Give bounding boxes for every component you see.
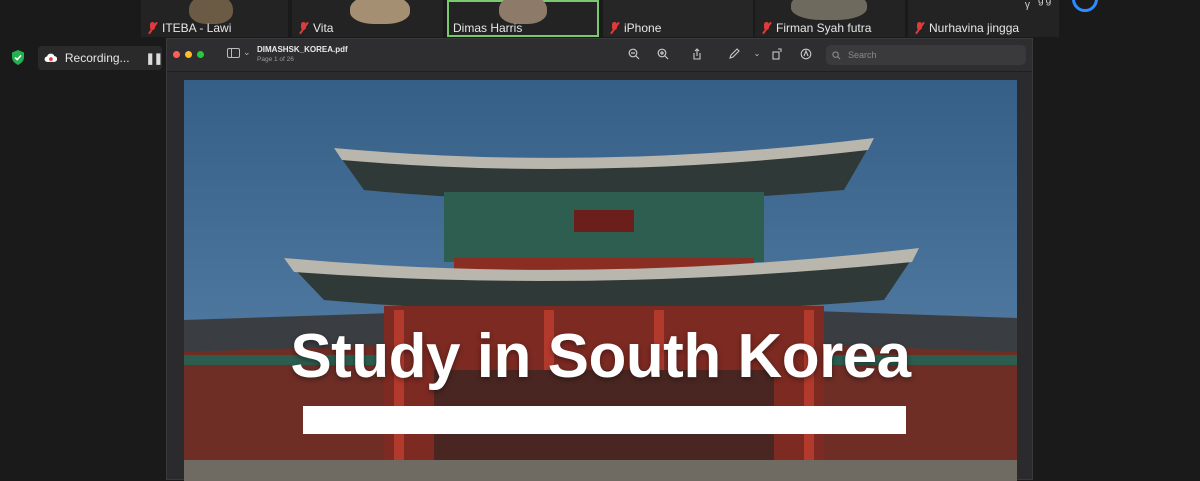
sidebar-toggle-icon[interactable] bbox=[227, 48, 240, 58]
pdf-viewer-window: ⌄ DIMASHSK_KOREA.pdf Page 1 of 26 ⌄ Sear… bbox=[166, 38, 1033, 481]
muted-mic-icon bbox=[298, 22, 309, 34]
cropped-text: ᵧ ᵍᵍ bbox=[1025, 0, 1054, 11]
participant-tile-1[interactable]: ITEBA - Lawi bbox=[141, 0, 288, 37]
cloud-record-icon bbox=[44, 53, 58, 62]
muted-mic-icon bbox=[609, 22, 620, 34]
pause-recording-button[interactable]: ❚❚ bbox=[146, 52, 163, 65]
markup-pen-icon[interactable] bbox=[728, 48, 740, 60]
viewer-toolbar: ⌄ DIMASHSK_KOREA.pdf Page 1 of 26 ⌄ bbox=[167, 39, 1032, 72]
muted-mic-icon bbox=[147, 22, 158, 34]
participant-tile-2[interactable]: Vita bbox=[292, 0, 443, 37]
page-indicator: Page 1 of 26 bbox=[257, 56, 294, 63]
participant-tile-3[interactable]: Dimas Harris bbox=[447, 0, 599, 37]
markup-chevron-icon[interactable]: ⌄ bbox=[751, 48, 763, 60]
recording-indicator[interactable]: Recording... ❚❚ bbox=[38, 46, 163, 70]
recording-label: Recording... bbox=[64, 51, 130, 65]
participant-tile-5[interactable]: Firman Syah futra bbox=[755, 0, 905, 37]
share-icon[interactable] bbox=[691, 48, 703, 60]
rotate-icon[interactable] bbox=[771, 48, 783, 60]
search-input[interactable] bbox=[846, 49, 1020, 61]
profile-button[interactable] bbox=[1072, 0, 1098, 12]
zoom-window-button[interactable] bbox=[197, 51, 204, 58]
search-icon bbox=[832, 50, 841, 59]
participant-video bbox=[350, 0, 410, 24]
participant-video bbox=[791, 0, 867, 20]
annotate-icon[interactable] bbox=[800, 48, 812, 60]
pdf-page: Study in South Korea bbox=[184, 80, 1017, 481]
participant-tile-4[interactable]: iPhone bbox=[603, 0, 753, 37]
muted-mic-icon bbox=[761, 22, 772, 34]
chevron-down-icon[interactable]: ⌄ bbox=[243, 47, 251, 58]
participant-name: Dimas Harris bbox=[453, 21, 523, 35]
minimize-window-button[interactable] bbox=[185, 51, 192, 58]
participant-name: Vita bbox=[313, 21, 334, 35]
close-window-button[interactable] bbox=[173, 51, 180, 58]
document-title: DIMASHSK_KOREA.pdf bbox=[257, 45, 348, 54]
page-headline: Study in South Korea bbox=[290, 322, 911, 391]
participant-strip: ITEBA - Lawi Vita Dimas Harris iPhone Fi… bbox=[141, 0, 1061, 37]
participant-name: Nurhavina jingga bbox=[929, 21, 1020, 35]
subtitle-bar bbox=[303, 406, 906, 434]
zoom-in-icon[interactable] bbox=[657, 48, 669, 60]
shield-icon bbox=[12, 50, 24, 65]
participant-name: Firman Syah futra bbox=[776, 21, 872, 35]
participant-name: ITEBA - Lawi bbox=[162, 21, 232, 35]
participant-name: iPhone bbox=[624, 21, 662, 35]
search-field[interactable] bbox=[826, 45, 1026, 65]
zoom-out-icon[interactable] bbox=[628, 48, 640, 60]
muted-mic-icon bbox=[914, 22, 925, 34]
window-controls bbox=[173, 51, 204, 58]
